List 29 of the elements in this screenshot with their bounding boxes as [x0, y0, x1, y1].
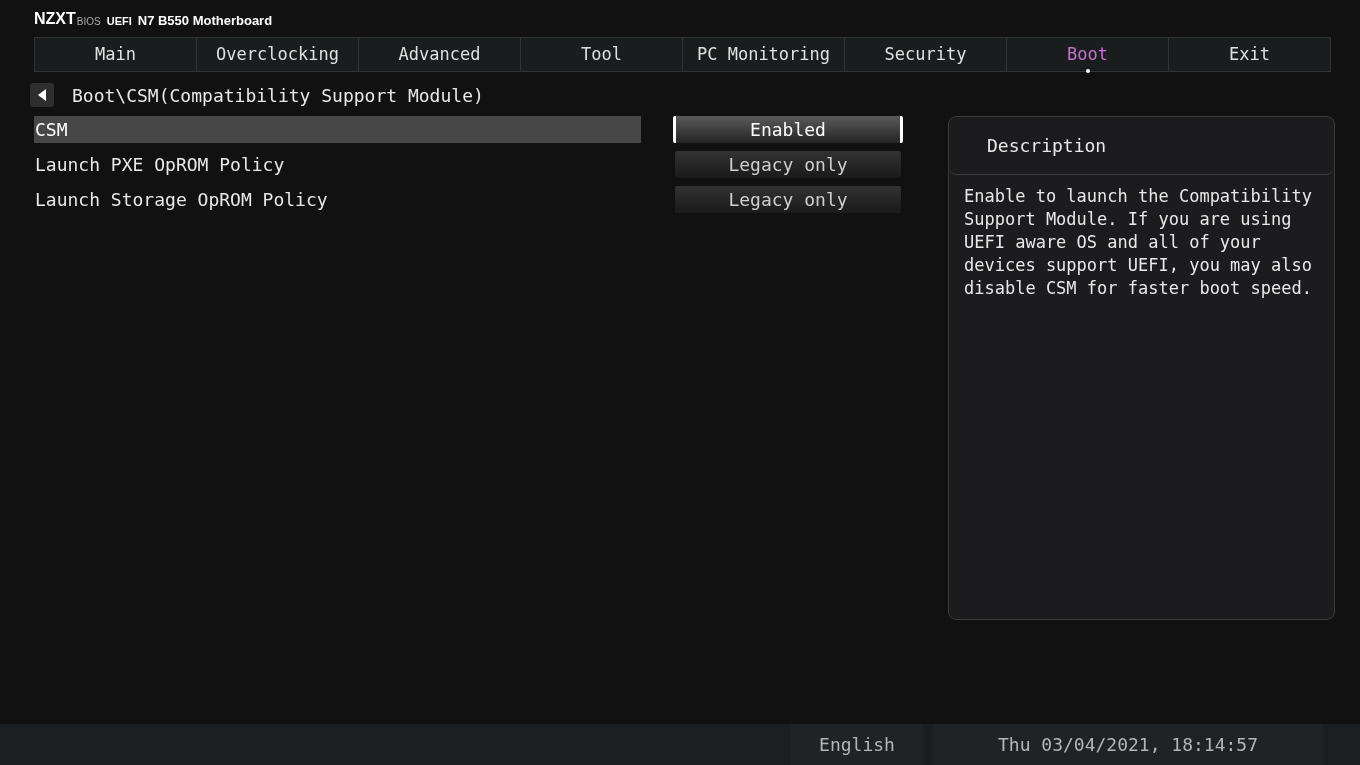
back-button[interactable]: [30, 83, 54, 107]
date-time: Thu 03/04/2021, 18:14:57: [933, 724, 1323, 765]
back-icon: [37, 89, 47, 101]
bios-label: BIOS: [76, 17, 101, 27]
breadcrumb: Boot\CSM(Compatibility Support Module): [72, 83, 484, 108]
setting-label: Launch PXE OpROM Policy: [34, 153, 285, 177]
model-name: N7 B550 Motherboard: [137, 14, 273, 27]
menu-tab[interactable]: Security: [845, 38, 1007, 71]
uefi-label: UEFI: [106, 16, 132, 27]
menu-tab[interactable]: Main: [35, 38, 197, 71]
menu-tab[interactable]: Boot: [1007, 38, 1169, 71]
setting-value[interactable]: Legacy only: [675, 151, 901, 178]
language-selector[interactable]: English: [791, 724, 923, 765]
description-title: Description: [987, 134, 1107, 158]
brand-logo: NZXT: [34, 11, 76, 27]
selected-indicator: [1085, 69, 1090, 73]
menu-tab[interactable]: Overclocking: [197, 38, 359, 71]
menu-tab[interactable]: PC Monitoring: [683, 38, 845, 71]
menu-tab[interactable]: Advanced: [359, 38, 521, 71]
setting-label: CSM: [34, 118, 68, 142]
setting-value[interactable]: Enabled: [673, 116, 903, 143]
menu-tab[interactable]: Exit: [1169, 38, 1330, 71]
setting-row[interactable]: CSM: [34, 116, 641, 143]
description-text: Enable to launch the Compatibility Support Module. If you are using UEFI aware OS and all of your devices support UEFI, you may also disable CSM for faster boot speed.: [963, 185, 1313, 300]
setting-row[interactable]: Launch PXE OpROM Policy: [34, 151, 641, 178]
menu-tab[interactable]: Tool: [521, 38, 683, 71]
setting-value[interactable]: Legacy only: [675, 186, 901, 213]
setting-label: Launch Storage OpROM Policy: [34, 188, 328, 212]
setting-row[interactable]: Launch Storage OpROM Policy: [34, 186, 641, 213]
